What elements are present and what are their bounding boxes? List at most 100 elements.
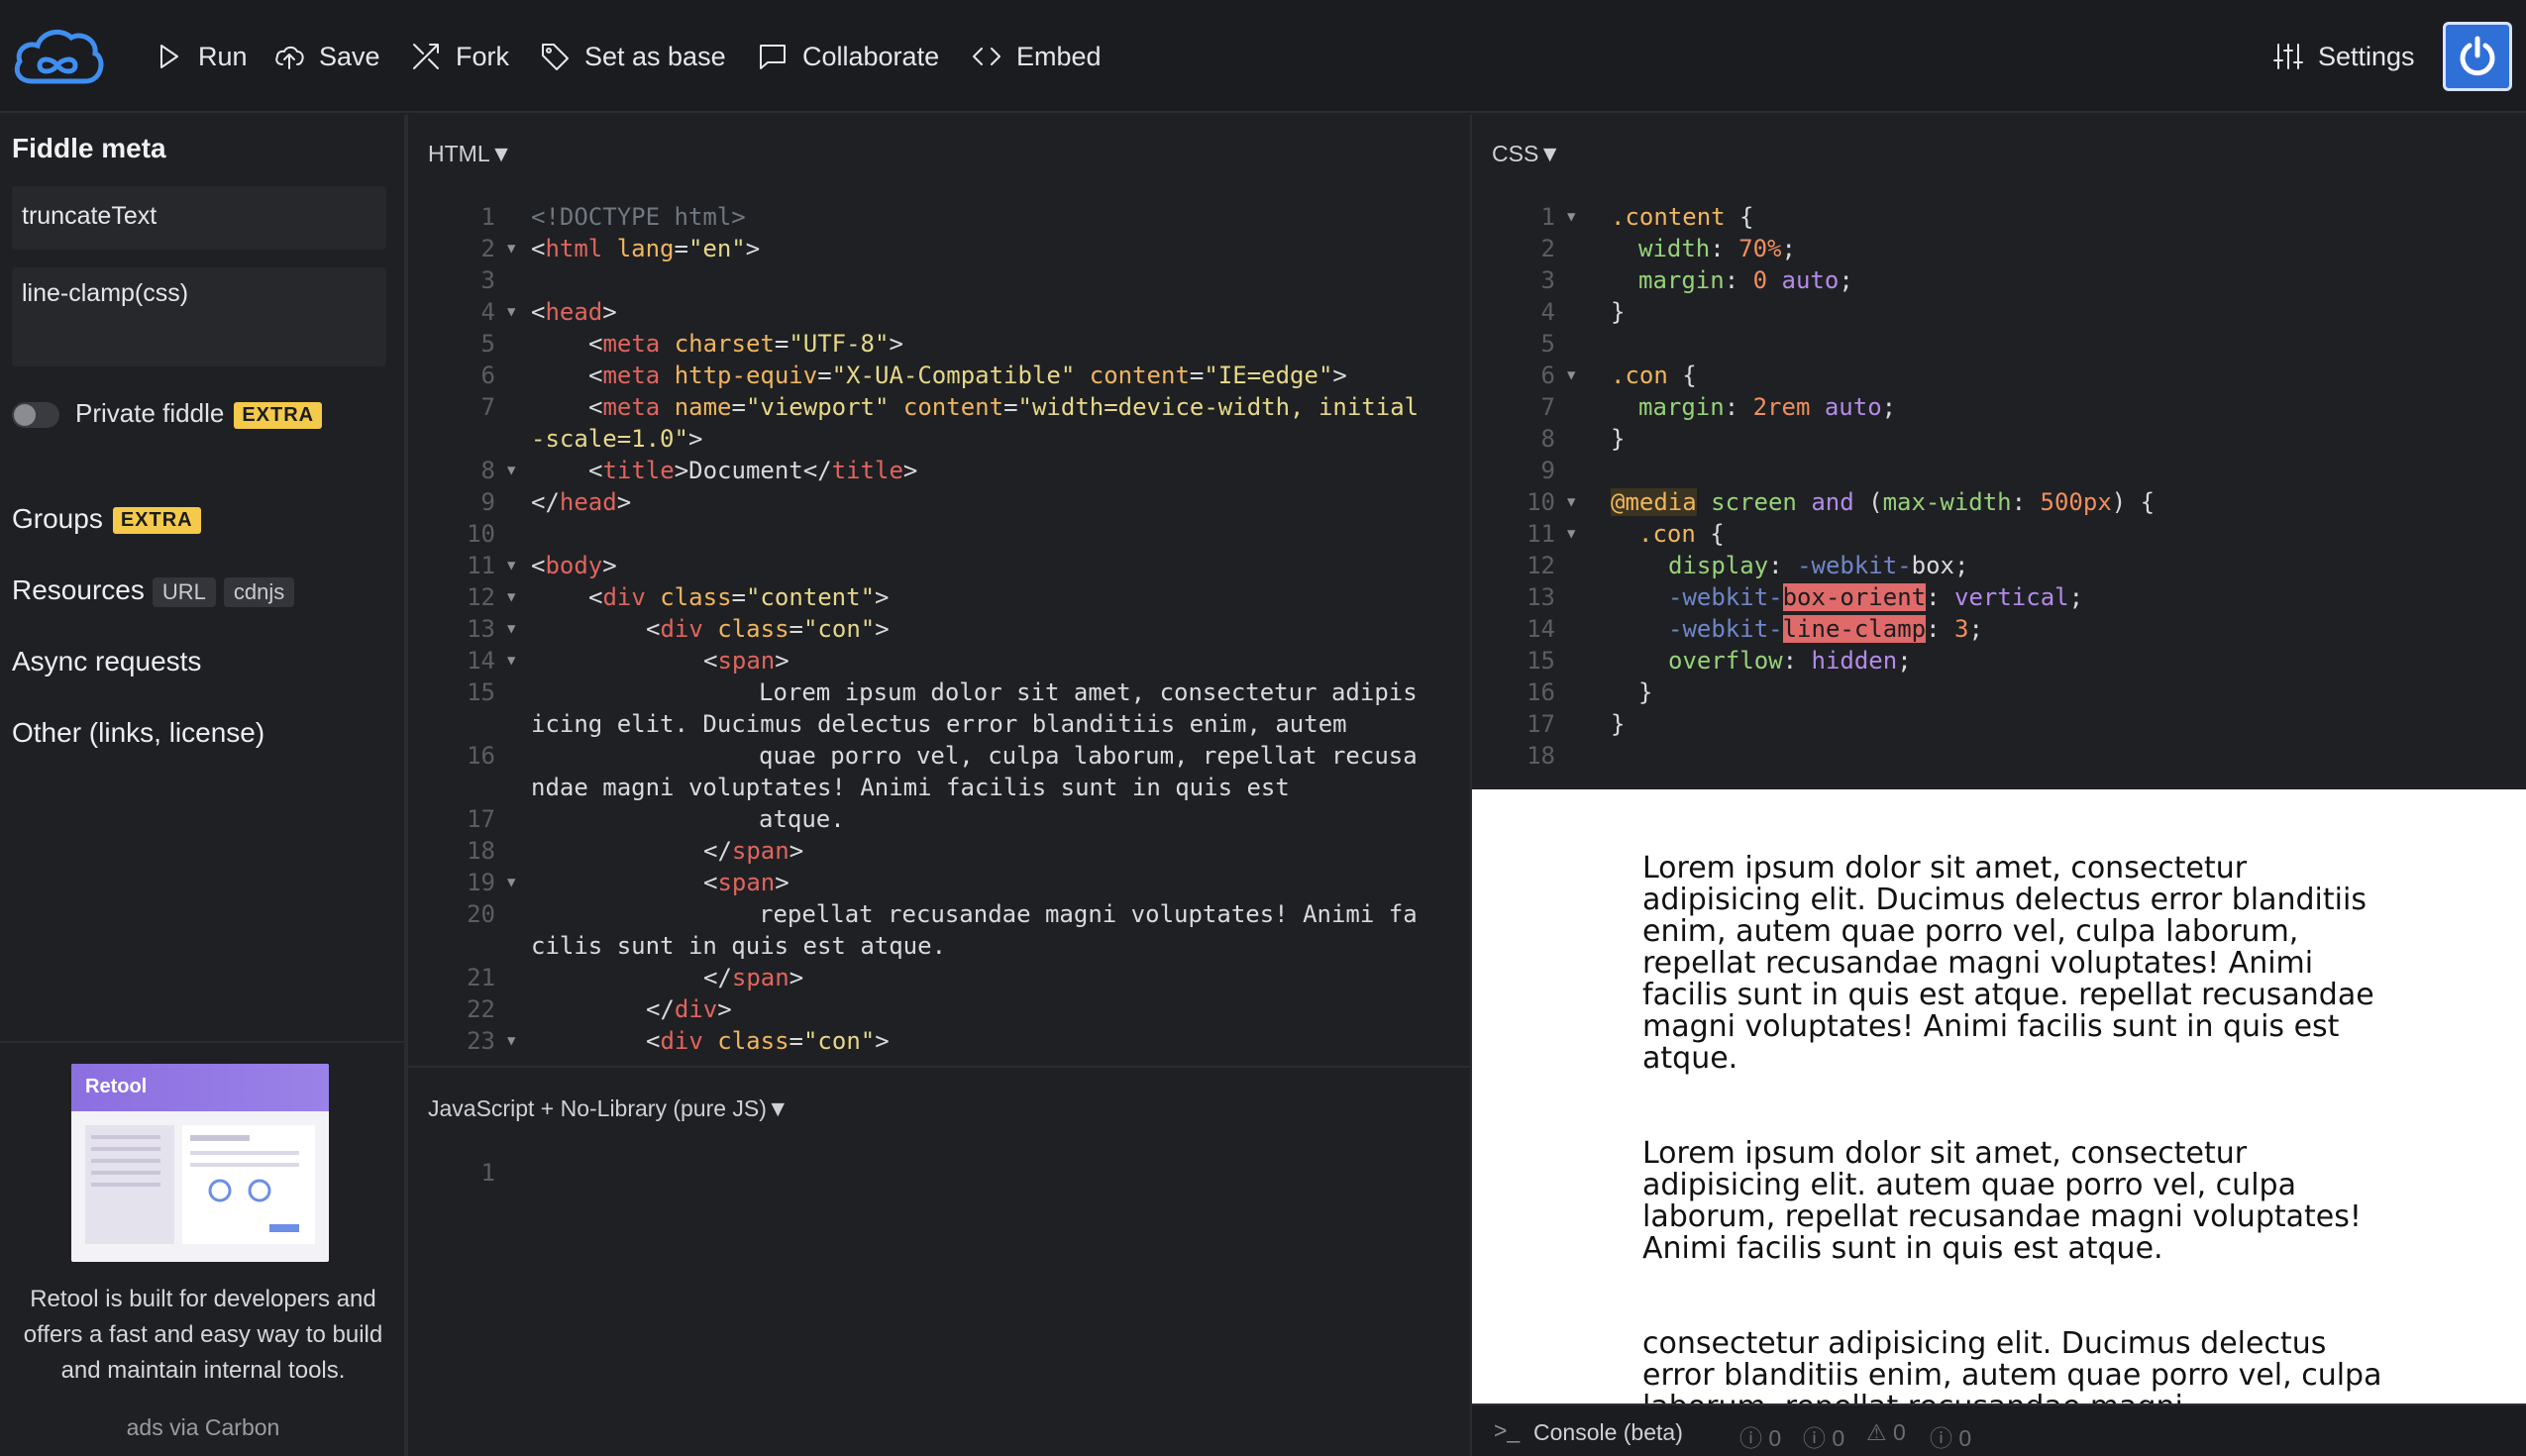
code-line: 18 </span> [467,837,804,865]
fork-icon [413,44,439,69]
css-editor[interactable]: 1 ▼ .content { 2 width: 70%; 3 margin: 0 aut… [1506,201,2506,776]
fork-label: Fork [456,41,509,71]
settings-button[interactable]: Settings [2272,0,2415,113]
jsfiddle-logo-icon[interactable] [10,22,105,91]
fiddle-description-input[interactable]: line-clamp(css) [12,267,386,366]
code-line: 15 overflow: hidden; [1526,647,1912,675]
code-line: 4 ▼ <head> [480,298,617,326]
fiddle-title-input[interactable]: truncateText [12,186,386,250]
js-editor[interactable]: 1 [446,1157,1436,1434]
ad-image[interactable]: Retool [71,1064,329,1262]
chat-icon [760,45,786,69]
code-line: 12 ▼ <div class="content"> [467,583,890,611]
private-fiddle-label: Private fiddle [75,398,225,428]
run-button[interactable]: Run [153,0,248,113]
fork-button[interactable]: Fork [410,0,509,113]
count: 0 [1893,1419,1906,1445]
code-line: 16} [1526,678,1653,706]
set-as-base-button[interactable]: Set as base [539,0,726,113]
code-line: 1 [480,1159,495,1187]
code-line: 2 ▼ <html lang="en"> [480,235,761,262]
js-panel-title[interactable]: JavaScript + No-Library (pure JS)▼ [428,1095,789,1122]
code-line: 17} [1526,710,1626,738]
code-line: 4} [1540,298,1626,326]
code-line: 11 ▼ .con { [1526,520,1725,548]
code-line: 1 ▼ .content { [1540,203,1754,231]
sliders-icon [2273,44,2303,69]
code-line: 10 ▼ @media screen and (max-width: 500px) … [1526,488,2156,516]
resources-link[interactable]: Resources URL cdnjs [12,574,295,607]
resources-label: Resources [12,574,145,605]
sidebar: Fiddle meta truncateText line-clamp(css)… [0,115,406,1456]
code-icon [973,48,1000,65]
console-error-count[interactable]: ⓘ 0 [1930,1419,1971,1453]
top-toolbar: Run Save Fork Set as base Collaborate Em… [0,0,2526,113]
cdnjs-badge[interactable]: cdnjs [223,576,295,607]
code-line: 16 quae porro vel, culpa laborum, repella… [467,742,1418,770]
save-label: Save [319,41,380,71]
play-icon [160,45,178,68]
count: 0 [1768,1425,1782,1451]
console-info-count[interactable]: ⓘ 0 [1739,1419,1781,1453]
code-line: 17 atque. [467,805,845,833]
code-line: 3 margin: 0 auto; [1540,266,1853,294]
code-line: cilis sunt in quis est atque. [531,932,947,960]
private-fiddle-toggle[interactable] [12,402,59,428]
code-line: 9 </head> [480,488,632,516]
code-line: 1 <!DOCTYPE html> [480,203,746,231]
embed-label: Embed [1016,41,1102,71]
code-line: 5 [1540,330,1555,358]
panel-resizer[interactable] [408,1066,1470,1068]
ad-brand: Retool [71,1064,329,1111]
console-bar[interactable]: >_ Console (beta) ⓘ 0 ⓘ 0 ⚠ 0 ⓘ 0 [1472,1404,2526,1456]
count: 0 [1832,1425,1845,1451]
ad-screenshot-icon [85,1125,315,1244]
collaborate-button[interactable]: Collaborate [757,0,939,113]
divider [406,115,408,1456]
embed-button[interactable]: Embed [971,0,1102,113]
code-line: 8} [1540,425,1626,453]
code-line: 6 ▼ .con { [1540,362,1697,389]
code-line: 20 repellat recusandae magni voluptates! … [467,900,1418,928]
tag-icon [542,44,569,70]
code-line: 14 -webkit-line-clamp: 3; [1526,615,1983,643]
result-frame[interactable]: Lorem ipsum dolor sit amet, consectetur … [1472,789,2526,1404]
async-requests-link[interactable]: Async requests [12,646,201,677]
other-links-link[interactable]: Other (links, license) [12,717,264,749]
code-line: 10 [467,520,495,548]
console-title: Console (beta) [1533,1419,1683,1445]
code-line: ndae magni voluptates! Animi facilis sun… [531,774,1290,801]
result-paragraph: Lorem ipsum dolor sit amet, consectetur … [1642,1136,2362,1266]
code-line: 3 [480,266,495,294]
code-line: 9 [1540,457,1555,484]
code-line: 12 display: -webkit-box; [1526,552,1969,579]
count: 0 [1958,1425,1972,1451]
code-line: 14 ▼ <span> [467,647,789,675]
run-label: Run [198,41,248,71]
ads-via-carbon-link[interactable]: ads via Carbon [0,1414,406,1441]
code-line: 19 ▼ <span> [467,869,789,896]
groups-link[interactable]: Groups EXTRA [12,503,201,535]
result-paragraph: Lorem ipsum dolor sit amet, consectetur … [1642,851,2374,1076]
settings-label: Settings [2318,41,2415,71]
sidebar-title: Fiddle meta [12,133,166,163]
ad-text[interactable]: Retool is built for developers and offer… [12,1282,394,1389]
collaborate-label: Collaborate [802,41,940,71]
css-panel-title[interactable]: CSS▼ [1492,141,1561,167]
html-editor[interactable]: 1 <!DOCTYPE html> 2 ▼ <html lang="en"> 3 4 ▼… [446,201,1436,1063]
result-paragraph: consectetur adipisicing elit. Ducimus de… [1642,1326,2382,1404]
url-badge[interactable]: URL [152,576,216,607]
code-line: 18 [1526,742,1555,770]
console-warn-count[interactable]: ⚠ 0 [1866,1419,1906,1446]
console-log-count[interactable]: ⓘ 0 [1803,1419,1844,1453]
code-line: 23 ▼ <div class="con"> [467,1027,890,1055]
terminal-icon: >_ [1494,1417,1521,1443]
code-line: 11 ▼ <body> [467,552,617,579]
html-panel-title[interactable]: HTML▼ [428,141,512,167]
save-button[interactable]: Save [273,0,380,113]
set-as-base-label: Set as base [584,41,726,71]
account-button[interactable] [2443,22,2512,91]
private-fiddle-row: Private fiddle EXTRA [75,398,323,429]
code-line: 15 Lorem ipsum dolor sit amet, consectetu… [467,678,1418,706]
code-line: 22 </div> [467,995,732,1023]
